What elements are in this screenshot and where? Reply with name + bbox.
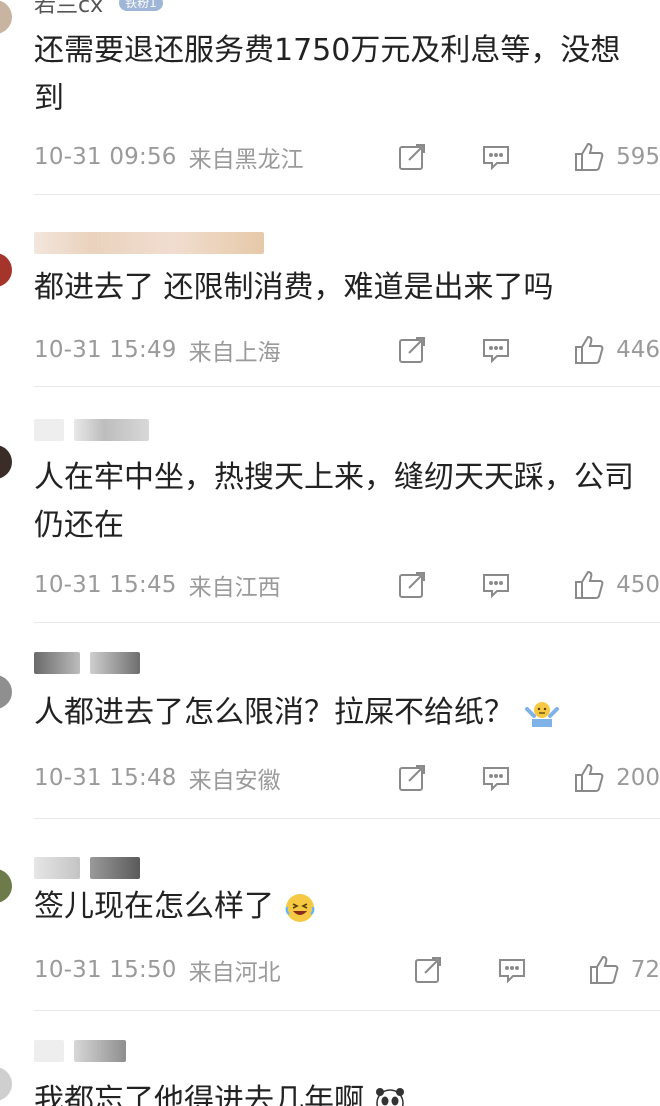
like-button[interactable]: 72	[587, 952, 660, 988]
comment-location: 来自上海	[188, 340, 281, 366]
comment-item: 若兰cx 铁粉1 还需要退还服务费1750万元及利息等，没想到 10-31 09…	[0, 0, 660, 195]
comment-button[interactable]	[480, 567, 512, 603]
thumbs-up-icon	[575, 142, 604, 171]
comment-item: 都进去了 还限制消费，难道是出来了吗 10-31 15:49 来自上海 446	[0, 195, 660, 387]
comment-text: 签儿现在怎么样了	[34, 889, 274, 924]
avatar[interactable]	[0, 1067, 12, 1101]
like-button[interactable]: 450	[572, 567, 660, 603]
username-redacted	[90, 857, 140, 879]
comment-meta: 10-31 15:45 来自江西 450	[34, 567, 660, 603]
comment-icon	[483, 146, 509, 171]
comment-icon	[499, 959, 525, 984]
comment-location: 来自黑龙江	[188, 147, 304, 173]
repost-button[interactable]	[396, 567, 428, 603]
username-row	[34, 1040, 126, 1062]
comment-button[interactable]	[480, 760, 512, 796]
comment-icon	[483, 339, 509, 364]
comment-button[interactable]	[480, 332, 512, 368]
username-redacted	[34, 232, 264, 254]
comment-item: 人在牢中坐，热搜天上来，缝纫天天踩，公司仍还在 10-31 15:45 来自江西…	[0, 387, 660, 623]
comment-text: 人都进去了怎么限消？拉屎不给纸？	[34, 695, 514, 730]
username-row: 若兰cx 铁粉1	[34, 0, 163, 18]
username-redacted	[34, 419, 64, 441]
like-count: 200	[616, 765, 660, 791]
thumbs-up-icon	[589, 955, 619, 984]
like-button[interactable]: 200	[572, 760, 660, 796]
comment-time: 10-31 15:50	[34, 957, 177, 983]
username-redacted	[74, 1040, 126, 1062]
comment-time: 10-31 15:49	[34, 337, 177, 363]
thumbs-up-icon	[575, 335, 604, 364]
repost-button[interactable]	[396, 139, 428, 175]
username-redacted	[34, 1040, 64, 1062]
comment-text-row: 人都进去了怎么限消？拉屎不给纸？	[34, 689, 644, 737]
like-button[interactable]: 595	[572, 139, 660, 175]
username[interactable]: 若兰cx	[34, 0, 103, 19]
comment-icon	[483, 574, 509, 599]
comment-meta: 10-31 15:49 来自上海 446	[34, 332, 660, 368]
avatar[interactable]	[0, 869, 12, 903]
panda-emoji-icon	[375, 1087, 404, 1106]
avatar[interactable]	[0, 253, 12, 287]
comment-text: 还需要退还服务费1750万元及利息等，没想到	[34, 33, 621, 116]
thumbs-up-icon	[575, 763, 604, 792]
repost-icon	[399, 765, 425, 791]
username-row	[34, 857, 140, 879]
comment-meta: 10-31 09:56 来自黑龙江 595	[34, 139, 660, 175]
username-redacted	[34, 857, 80, 879]
comment-meta: 10-31 15:50 来自河北 72	[34, 952, 660, 988]
repost-icon	[399, 337, 425, 363]
like-count: 72	[630, 957, 660, 983]
username-row	[34, 652, 140, 674]
like-button[interactable]: 446	[572, 332, 660, 368]
shrug-emoji-icon	[524, 701, 559, 727]
comment-item: 人都进去了怎么限消？拉屎不给纸？ 10-31 15:48 来自安徽 200	[0, 623, 660, 819]
username-redacted	[74, 419, 149, 441]
laughing-emoji-icon	[285, 893, 314, 922]
comment-icon	[483, 767, 509, 792]
like-count: 595	[616, 144, 660, 170]
avatar[interactable]	[0, 0, 12, 34]
repost-button[interactable]	[396, 332, 428, 368]
username-redacted	[34, 652, 80, 674]
comment-text-row: 我都忘了他得进去几年啊	[34, 1077, 644, 1106]
comment-time: 10-31 15:48	[34, 765, 177, 791]
comment-text: 我都忘了他得进去几年啊	[34, 1083, 364, 1106]
comment-time: 10-31 15:45	[34, 572, 177, 598]
comment-text: 都进去了 还限制消费，难道是出来了吗	[34, 270, 554, 305]
username-row	[34, 419, 149, 441]
repost-icon	[399, 572, 425, 598]
comment-time: 10-31 09:56	[34, 144, 177, 170]
avatar[interactable]	[0, 675, 12, 709]
username-row	[34, 232, 264, 254]
like-count: 446	[616, 337, 660, 363]
thumbs-up-icon	[575, 570, 604, 599]
comment-location: 来自江西	[188, 575, 281, 601]
repost-button[interactable]	[396, 760, 428, 796]
comment-text-row: 签儿现在怎么样了	[34, 883, 644, 931]
repost-button[interactable]	[412, 952, 444, 988]
comment-meta: 10-31 15:48 来自安徽 200	[34, 760, 660, 796]
comment-button[interactable]	[496, 952, 528, 988]
username-redacted	[90, 652, 140, 674]
comment-item: 我都忘了他得进去几年啊	[0, 1011, 660, 1106]
repost-icon	[399, 144, 425, 170]
comment-button[interactable]	[480, 139, 512, 175]
comment-item: 签儿现在怎么样了 10-31 15:50 来自河北 72	[0, 819, 660, 1011]
repost-icon	[415, 957, 441, 983]
like-count: 450	[616, 572, 660, 598]
comment-text: 人在牢中坐，热搜天上来，缝纫天天踩，公司仍还在	[34, 460, 634, 543]
fan-badge: 铁粉1	[119, 0, 163, 11]
avatar[interactable]	[0, 445, 12, 479]
comment-location: 来自河北	[188, 960, 281, 986]
comment-location: 来自安徽	[188, 768, 281, 794]
